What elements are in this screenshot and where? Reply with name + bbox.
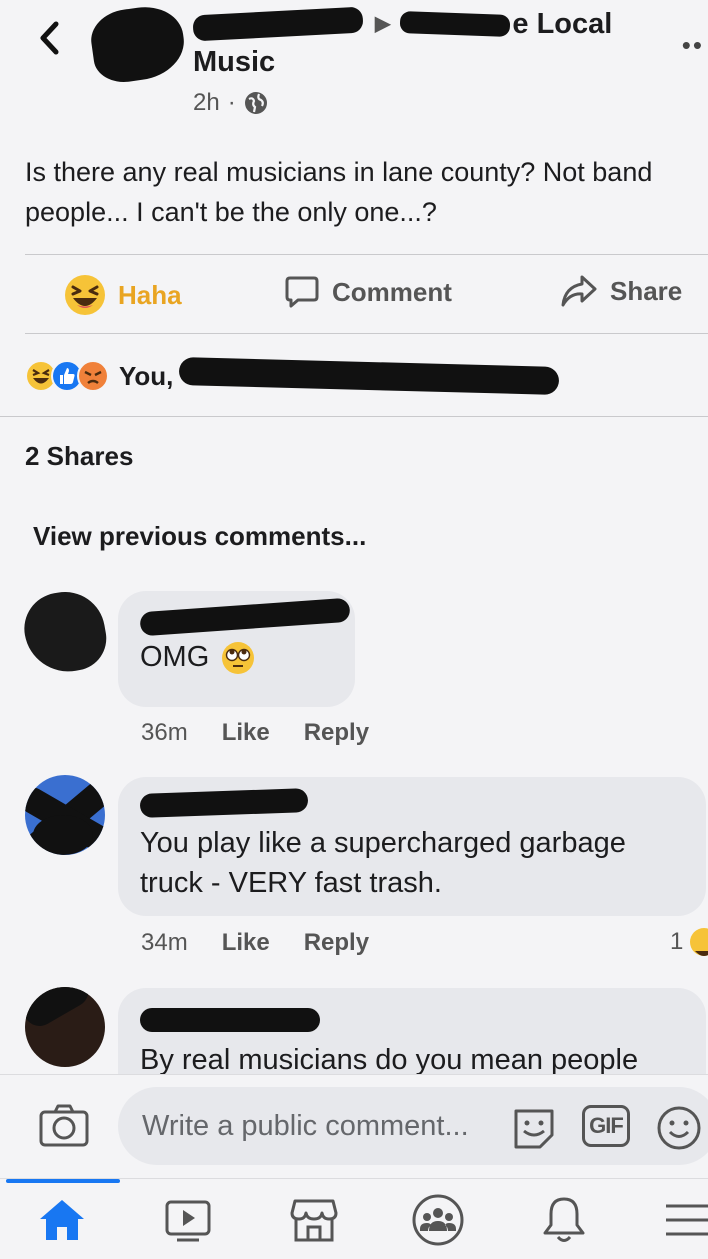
view-previous-comments-link[interactable]: View previous comments... — [33, 521, 366, 552]
comment-icon — [285, 276, 319, 308]
angry-reaction-icon — [77, 360, 109, 392]
haha-reaction-icon — [690, 928, 708, 956]
marketplace-icon — [290, 1199, 338, 1242]
groups-icon — [412, 1194, 464, 1246]
commenter-avatar-redacted[interactable] — [25, 775, 105, 855]
post-actions: Haha Comment Share — [0, 256, 708, 334]
bottom-tab-bar — [0, 1178, 708, 1259]
divider — [25, 254, 708, 255]
commenter-avatar-redacted[interactable] — [25, 987, 105, 1067]
comment-bubble[interactable]: You play like a supercharged garbage tru… — [118, 777, 706, 916]
commenter-name-redacted — [139, 788, 309, 818]
arrow-right-icon: ▶ — [375, 13, 391, 35]
author-name-redacted — [192, 6, 364, 42]
like-comment-button[interactable]: Like — [222, 719, 270, 747]
eye-roll-emoji-icon — [222, 642, 255, 675]
bell-icon — [543, 1197, 585, 1242]
home-icon — [40, 1200, 84, 1240]
commenter-name-redacted — [139, 597, 351, 637]
comment-text: You play like a supercharged garbage tru… — [140, 827, 626, 899]
reply-comment-button[interactable]: Reply — [304, 719, 369, 747]
back-button[interactable] — [34, 18, 64, 58]
comment-text: OMG — [140, 637, 333, 677]
haha-button[interactable]: Haha — [64, 274, 182, 316]
post-text: Is there any real musicians in lane coun… — [25, 157, 653, 227]
tab-marketplace[interactable] — [284, 1195, 344, 1245]
back-icon — [40, 21, 59, 55]
post-title[interactable]: ▶ e Local — [192, 6, 613, 42]
reactions-summary[interactable]: You, — [25, 354, 560, 398]
haha-icon — [65, 275, 105, 315]
comment-meta: 36m Like Reply — [141, 719, 369, 747]
meta-separator: · — [227, 89, 236, 116]
more-options-button[interactable]: •• — [682, 30, 704, 61]
post-time: 2h — [193, 89, 220, 116]
author-avatar-redacted[interactable] — [87, 1, 189, 87]
group-name-line2[interactable]: Music — [193, 46, 275, 79]
menu-icon — [666, 1204, 708, 1236]
comment-time: 34m — [141, 929, 188, 956]
comment-composer: GIF — [0, 1074, 708, 1178]
comment-button[interactable]: Comment — [284, 274, 452, 310]
group-name-suffix: e Local — [512, 8, 613, 40]
composer-icons: GIF — [510, 1105, 702, 1151]
tab-video[interactable] — [158, 1195, 218, 1245]
video-icon — [165, 1200, 211, 1242]
tab-menu[interactable] — [660, 1195, 708, 1245]
gif-icon: GIF — [589, 1113, 624, 1138]
commenter-avatar-redacted[interactable] — [18, 585, 112, 679]
comment-bubble[interactable]: OMG — [118, 591, 355, 707]
divider — [0, 416, 708, 417]
commenter-name-redacted — [140, 1008, 320, 1032]
camera-icon — [39, 1104, 89, 1147]
globe-icon — [244, 92, 267, 114]
comment-time: 36m — [141, 719, 188, 746]
comment-text-content: OMG — [140, 641, 210, 673]
like-comment-button[interactable]: Like — [222, 929, 270, 957]
tab-home[interactable] — [32, 1195, 92, 1245]
haha-label: Haha — [118, 279, 182, 310]
group-name-redacted — [400, 11, 511, 37]
reaction-names-prefix: You, — [119, 360, 174, 391]
emoji-icon[interactable] — [656, 1105, 702, 1151]
reaction-count: 1 — [670, 928, 684, 955]
comment-reaction-count[interactable]: 1 — [670, 927, 708, 957]
divider — [25, 333, 708, 334]
share-label: Share — [610, 275, 683, 306]
post-header: ▶ e Local Music 2h · •• — [0, 0, 708, 130]
tab-groups[interactable] — [408, 1194, 468, 1246]
sticker-icon[interactable] — [510, 1105, 558, 1151]
share-button[interactable]: Share — [560, 274, 682, 308]
comment-meta: 34m Like Reply — [141, 929, 369, 957]
reaction-names[interactable]: You, — [119, 357, 560, 395]
gif-button[interactable]: GIF — [582, 1105, 630, 1147]
camera-button[interactable] — [38, 1103, 90, 1154]
post-meta: 2h · — [193, 89, 268, 117]
reaction-names-redacted — [179, 357, 560, 395]
share-icon — [561, 275, 597, 307]
shares-count[interactable]: 2 Shares — [25, 441, 133, 472]
tab-notifications[interactable] — [534, 1195, 594, 1245]
active-tab-indicator — [6, 1179, 120, 1183]
reply-comment-button[interactable]: Reply — [304, 929, 369, 957]
comment-label: Comment — [332, 276, 452, 307]
